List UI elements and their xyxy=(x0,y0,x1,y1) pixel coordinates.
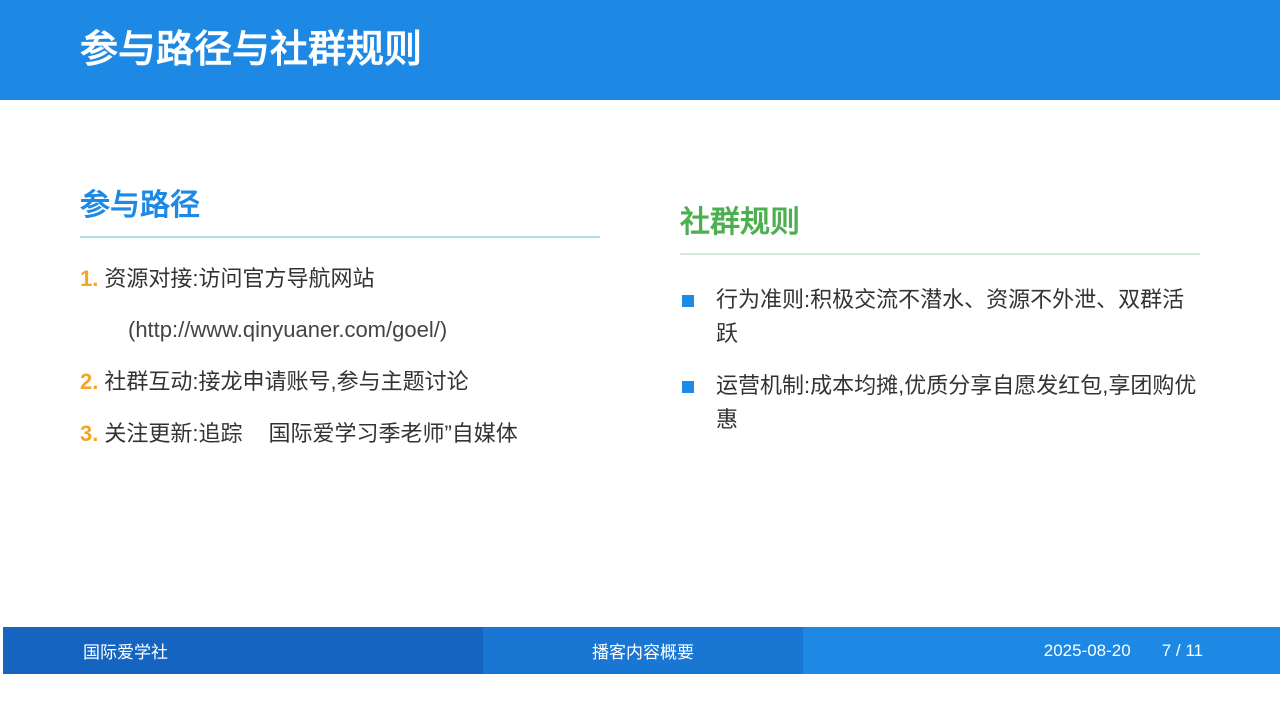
list-item: 1. 资源对接:访问官方导航网站 (http://www.qinyuaner.co… xyxy=(80,262,600,347)
square-bullet-icon xyxy=(682,381,694,393)
footer-meta: 2025-08-20 7 / 11 xyxy=(803,627,1280,674)
website-url[interactable]: (http://www.qinyuaner.com/goel/) xyxy=(80,313,600,347)
footer-bar: 国际爱学社 播客内容概要 2025-08-20 7 / 11 xyxy=(3,627,1280,674)
community-rules-section: 社群规则 行为准则:积极交流不潜水、资源不外泄、双群活跃 运营机制:成本均摊,优… xyxy=(680,195,1200,455)
list-item: 运营机制:成本均摊,优质分享自愿发红包,享团购优惠 xyxy=(680,369,1200,437)
item-number: 3. xyxy=(80,421,99,446)
section-name: 播客内容概要 xyxy=(592,643,694,662)
item-number: 1. xyxy=(80,266,99,291)
item-text: 社群互动:接龙申请账号,参与主题讨论 xyxy=(104,369,469,394)
rule-text: 行为准则:积极交流不潜水、资源不外泄、双群活跃 xyxy=(716,287,1185,346)
participation-list: 1. 资源对接:访问官方导航网站 (http://www.qinyuaner.co… xyxy=(80,262,600,451)
footer-org: 国际爱学社 xyxy=(3,627,483,674)
list-item: 3. 关注更新:追踪 国际爱学习季老师”自媒体 xyxy=(80,417,600,451)
rule-text: 运营机制:成本均摊,优质分享自愿发红包,享团购优惠 xyxy=(716,373,1197,432)
square-bullet-icon xyxy=(682,295,694,307)
page-title: 参与路径与社群规则 xyxy=(80,29,423,71)
item-text-continued: 国际爱学习季老师”自媒体 xyxy=(268,421,518,446)
slide: 参与路径与社群规则 参与路径 1. 资源对接:访问官方导航网站 (http://w… xyxy=(0,0,1280,720)
bottom-margin xyxy=(0,674,1280,720)
rules-list: 行为准则:积极交流不潜水、资源不外泄、双群活跃 运营机制:成本均摊,优质分享自愿… xyxy=(680,283,1200,437)
footer-section: 播客内容概要 xyxy=(483,627,803,674)
item-number: 2. xyxy=(80,369,99,394)
item-text: 关注更新:追踪 xyxy=(104,421,243,446)
header-bar: 参与路径与社群规则 xyxy=(0,0,1280,100)
item-text: 资源对接:访问官方导航网站 xyxy=(104,266,375,291)
participation-title: 参与路径 xyxy=(80,178,600,238)
participation-section: 参与路径 1. 资源对接:访问官方导航网站 (http://www.qinyuan… xyxy=(80,178,600,469)
list-item: 2. 社群互动:接龙申请账号,参与主题讨论 xyxy=(80,365,600,399)
org-name: 国际爱学社 xyxy=(83,643,168,662)
page-number: 7 / 11 xyxy=(1161,640,1203,660)
community-rules-title: 社群规则 xyxy=(680,195,1200,255)
list-item: 行为准则:积极交流不潜水、资源不外泄、双群活跃 xyxy=(680,283,1200,351)
footer-date: 2025-08-20 xyxy=(1043,640,1131,660)
